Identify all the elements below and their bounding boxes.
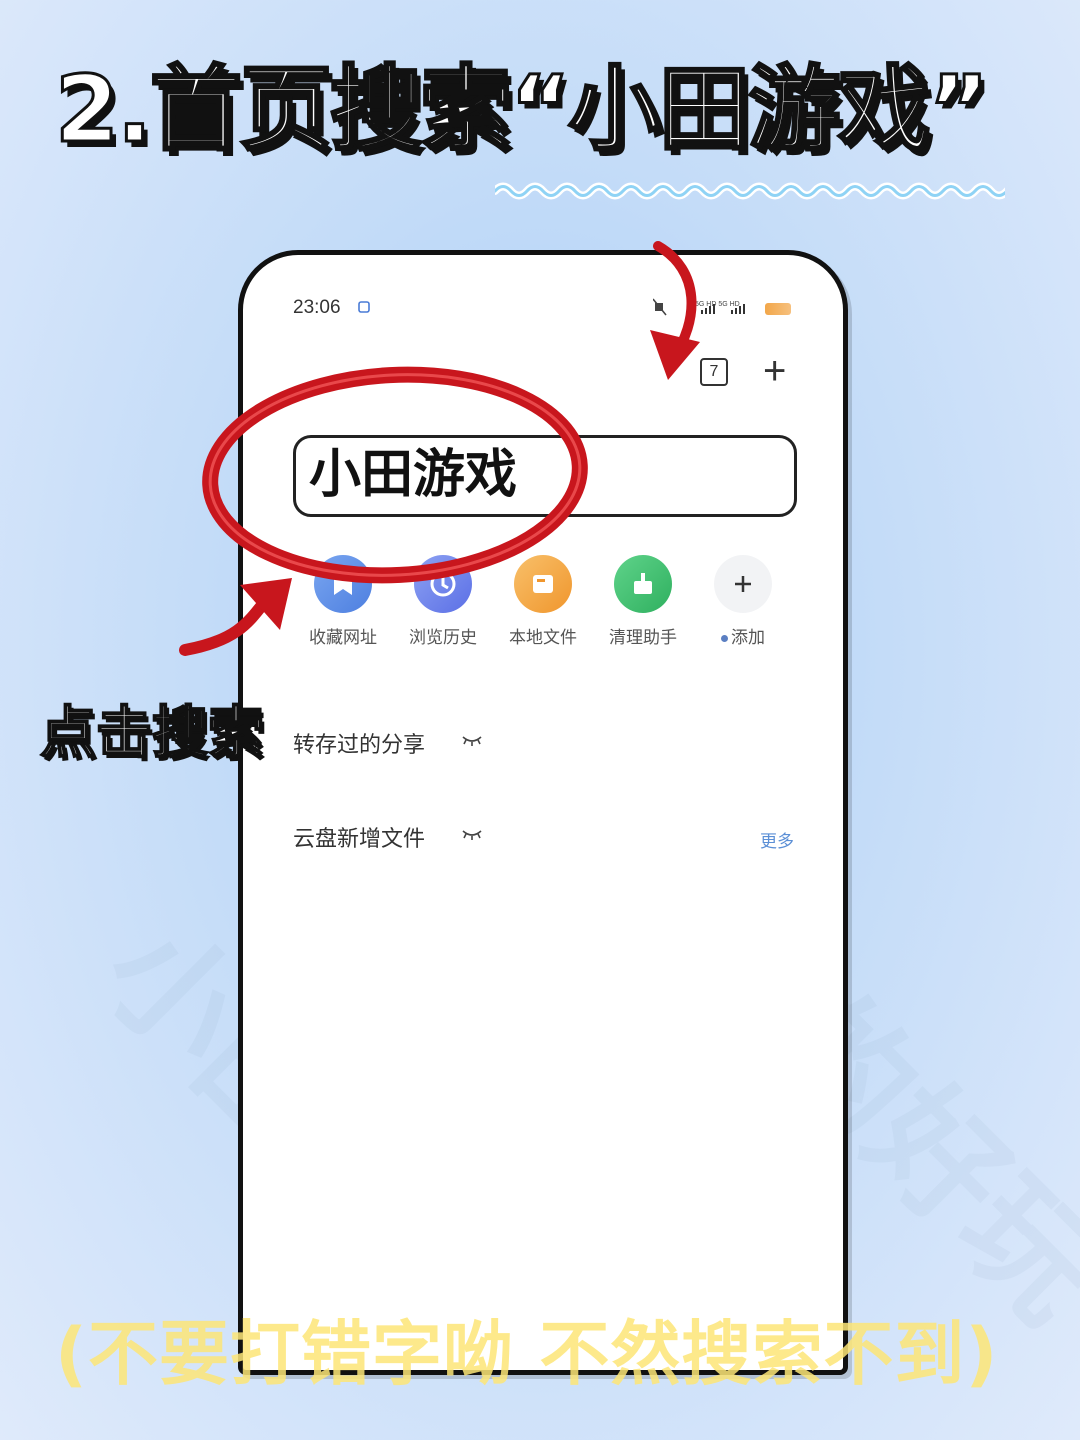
new-dot-icon <box>721 634 728 642</box>
notification-icon <box>358 301 370 313</box>
wave-decoration <box>495 182 1005 200</box>
section-saved-shares[interactable]: 转存过的分享 <box>293 727 425 759</box>
eye-closed-icon[interactable] <box>461 827 483 841</box>
broom-icon <box>614 555 672 613</box>
shortcut-bookmarks[interactable]: 收藏网址 <box>293 555 393 648</box>
shortcut-label: 清理助手 <box>609 628 677 648</box>
phone-screen: 23:06 5G HD 5G HD 7 + 小田游戏 收藏网址 浏览历史 本地文… <box>238 250 848 1375</box>
shortcut-label: 浏览历史 <box>409 628 477 648</box>
side-note: 点击搜索 <box>39 700 265 767</box>
search-input-value: 小田游戏 <box>309 445 518 505</box>
folder-icon <box>514 555 572 613</box>
shortcut-grid: 收藏网址 浏览历史 本地文件 清理助手 添加 <box>293 555 793 655</box>
shortcut-label: 收藏网址 <box>309 628 377 648</box>
eye-closed-icon[interactable] <box>461 733 483 747</box>
status-time: 23:06 <box>293 297 341 318</box>
headline: 2.首页搜索“小田游戏” <box>54 55 991 165</box>
shortcut-local-files[interactable]: 本地文件 <box>493 555 593 648</box>
bookmark-icon <box>314 555 372 613</box>
section-cloud-new-files[interactable]: 云盘新增文件 <box>293 821 425 853</box>
battery-icon <box>765 303 791 315</box>
network-label: 5G HD 5G HD <box>695 301 740 308</box>
shortcut-label: 添加 <box>693 623 793 648</box>
shortcut-cleaner[interactable]: 清理助手 <box>593 555 693 648</box>
shortcut-add-label: 添加 <box>731 628 765 648</box>
more-link[interactable]: 更多 <box>760 827 794 852</box>
new-tab-button[interactable]: + <box>763 351 786 391</box>
shortcut-history[interactable]: 浏览历史 <box>393 555 493 648</box>
plus-icon <box>714 555 772 613</box>
bottom-note: (不要打错字呦 不然搜索不到) <box>55 1313 999 1395</box>
shortcut-add[interactable]: 添加 <box>693 555 793 648</box>
tab-count-button[interactable]: 7 <box>700 358 728 386</box>
shortcut-label: 本地文件 <box>509 628 577 648</box>
history-icon <box>414 555 472 613</box>
search-input[interactable]: 小田游戏 <box>293 435 797 517</box>
